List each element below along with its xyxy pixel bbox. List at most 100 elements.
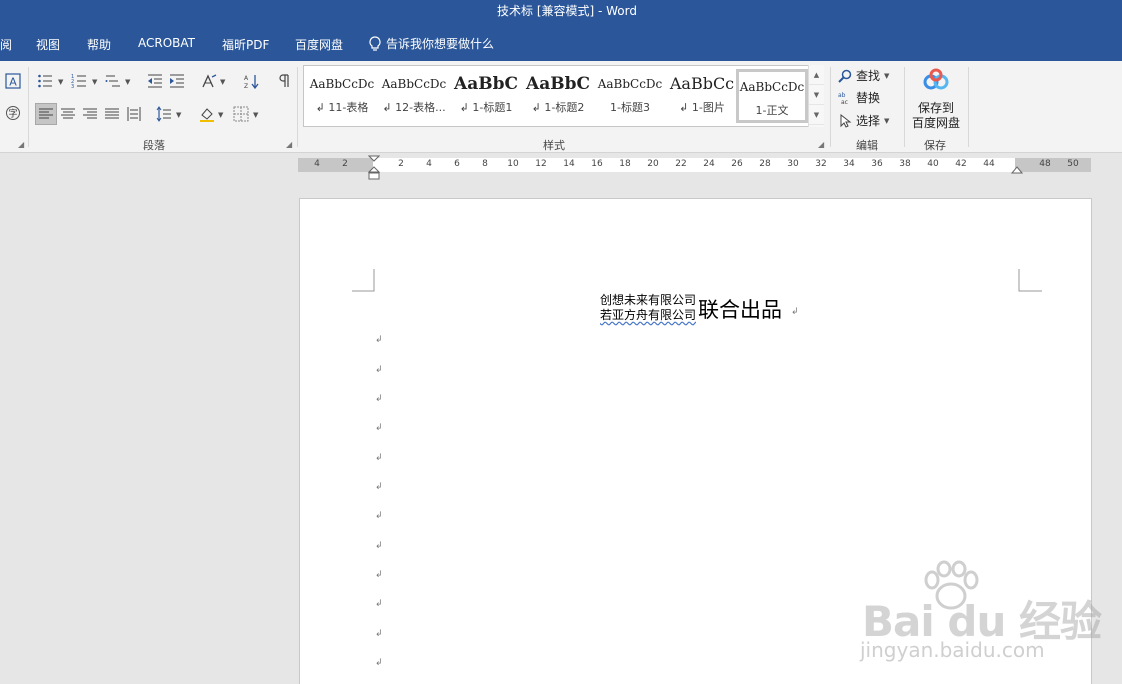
tell-me-box[interactable]: 告诉我你想要做什么	[368, 35, 494, 52]
ruler-label: 42	[955, 159, 967, 169]
chevron-down-icon[interactable]: ▼	[220, 78, 225, 86]
ruler-label: 12	[535, 159, 547, 169]
align-right-icon[interactable]	[81, 105, 99, 123]
ruler-label: 14	[563, 159, 575, 169]
style-preview: AaBbCcDc	[597, 77, 663, 91]
bullets-icon[interactable]	[36, 72, 54, 90]
style-preview: AaBbC	[526, 74, 590, 94]
save-to-baidu-button[interactable]: 保存到 百度网盘	[908, 67, 964, 131]
line-spacing-icon[interactable]	[155, 105, 173, 123]
chevron-down-icon[interactable]: ▼	[92, 78, 97, 86]
distributed-icon[interactable]	[125, 105, 143, 123]
paragraph-mark: ↲	[375, 365, 383, 375]
replace-icon: abac	[838, 92, 848, 105]
dialog-launcher-icon[interactable]: ◢	[18, 141, 26, 149]
tab-acrobat[interactable]: ACROBAT	[138, 36, 195, 50]
sort-icon[interactable]: AZ	[242, 72, 260, 90]
chevron-down-icon[interactable]: ▼	[125, 78, 130, 86]
chevron-down-icon[interactable]: ▼	[253, 111, 258, 119]
character-border-icon[interactable]: A	[4, 72, 22, 90]
document-page[interactable]: 创想未来有限公司 若亚方舟有限公司 联合出品 ↲ ↲ ↲ ↲ ↲ ↲ ↲ ↲ ↲…	[299, 198, 1092, 684]
style-preview: AaBbCcDc	[381, 77, 447, 91]
style-picture[interactable]: AaBbCc ↲ 1-图片	[666, 69, 738, 123]
show-marks-icon[interactable]	[274, 72, 292, 90]
tab-review[interactable]: 阅	[0, 36, 12, 53]
style-heading-2[interactable]: AaBbC ↲ 1-标题2	[522, 69, 594, 123]
tab-view[interactable]: 视图	[36, 36, 60, 53]
style-body-text[interactable]: AaBbCcDc 1-正文	[736, 69, 808, 123]
gallery-more-icon[interactable]: ▼	[809, 105, 824, 125]
scroll-down-icon[interactable]: ▼	[809, 85, 824, 105]
scroll-up-icon[interactable]: ▲	[809, 65, 824, 85]
increase-indent-icon[interactable]	[168, 72, 186, 90]
ruler-label: 32	[815, 159, 827, 169]
select-button[interactable]: 选择 ▼	[838, 112, 889, 129]
window-title: 技术标 [兼容模式] - Word	[497, 4, 637, 18]
shading-icon[interactable]	[198, 105, 216, 123]
ruler-label: 4	[426, 159, 432, 169]
tab-baidu-netdisk[interactable]: 百度网盘	[295, 36, 343, 53]
style-11-table[interactable]: AaBbCcDc ↲ 11-表格	[306, 69, 378, 123]
margin-corner-mark	[1018, 269, 1042, 292]
chevron-down-icon[interactable]: ▼	[218, 111, 223, 119]
chevron-down-icon[interactable]: ▼	[58, 78, 63, 86]
dialog-launcher-icon[interactable]: ◢	[818, 141, 826, 149]
enclose-characters-icon[interactable]: 字	[4, 104, 22, 122]
right-indent-marker-icon[interactable]	[1011, 166, 1023, 175]
paragraph-mark: ↲	[375, 629, 383, 639]
numbering-icon[interactable]: 123	[70, 72, 88, 90]
indent-marker-icon[interactable]	[368, 155, 380, 181]
save-to-label-1: 保存到	[917, 101, 954, 115]
style-name: ↲ 1-标题2	[531, 101, 585, 114]
ruler-label: 10	[507, 159, 519, 169]
paragraph-mark: ↲	[375, 482, 383, 492]
ribbon-tabs: 阅 视图 帮助 ACROBAT 福昕PDF 百度网盘 告诉我你想要做什么	[0, 24, 1122, 61]
ruler-label: 40	[927, 159, 939, 169]
paragraph-mark: ↲	[375, 658, 383, 668]
style-preview: AaBbCcDc	[309, 77, 375, 91]
company-name-2: 若亚方舟有限公司	[600, 308, 697, 322]
borders-icon[interactable]	[232, 105, 250, 123]
style-preview: AaBbC	[454, 74, 518, 94]
svg-text:Z: Z	[244, 83, 248, 89]
paragraph-mark: ↲	[375, 394, 383, 404]
tab-help[interactable]: 帮助	[87, 36, 111, 53]
style-12-table[interactable]: AaBbCcDc ↲ 12-表格...	[378, 69, 450, 123]
svg-text:ac: ac	[841, 99, 848, 105]
justify-icon[interactable]	[103, 105, 121, 123]
company-names: 创想未来有限公司 若亚方舟有限公司	[600, 293, 696, 323]
tab-foxit-pdf[interactable]: 福昕PDF	[222, 36, 269, 53]
style-name: ↲ 1-图片	[679, 101, 725, 114]
svg-text:A: A	[244, 75, 249, 82]
ruler-label: 26	[731, 159, 743, 169]
dialog-launcher-icon[interactable]: ◢	[286, 141, 294, 149]
chevron-down-icon[interactable]: ▼	[176, 111, 181, 119]
paragraph-mark: ↲	[375, 541, 383, 551]
style-heading-1[interactable]: AaBbC ↲ 1-标题1	[450, 69, 522, 123]
ruler-label: 18	[619, 159, 631, 169]
ruler-label: 2	[398, 159, 404, 169]
ruler-label: 6	[454, 159, 460, 169]
align-center-icon[interactable]	[59, 105, 77, 123]
ruler-label: 2	[342, 159, 348, 169]
svg-text:3: 3	[71, 84, 74, 89]
style-name: 1-正文	[755, 104, 789, 117]
title-bar: 技术标 [兼容模式] - Word	[0, 0, 1122, 24]
ruler-label: 50	[1067, 159, 1079, 169]
decrease-indent-icon[interactable]	[146, 72, 164, 90]
chevron-down-icon: ▼	[884, 71, 890, 80]
horizontal-ruler[interactable]: 4 2 2 4 6 8 10 12 14 16 18 20 22 24 26 2…	[298, 158, 1091, 172]
multilevel-list-icon[interactable]	[104, 72, 122, 90]
styles-group-label: 样式	[543, 139, 565, 152]
style-heading-3[interactable]: AaBbCcDc 1-标题3	[594, 69, 666, 123]
align-left-icon[interactable]	[35, 103, 57, 125]
ruler-label: 8	[482, 159, 488, 169]
svg-text:ab: ab	[838, 92, 846, 99]
find-button[interactable]: 查找 ▼	[838, 67, 889, 84]
paragraph-mark: ↲	[375, 599, 383, 609]
style-name: ↲ 1-标题1	[459, 101, 513, 114]
ruler-label: 24	[703, 159, 715, 169]
styles-gallery: AaBbCcDc ↲ 11-表格 AaBbCcDc ↲ 12-表格... AaB…	[303, 65, 823, 127]
replace-button[interactable]: ab ac 替换	[838, 89, 880, 106]
chinese-layout-icon[interactable]	[200, 72, 218, 90]
